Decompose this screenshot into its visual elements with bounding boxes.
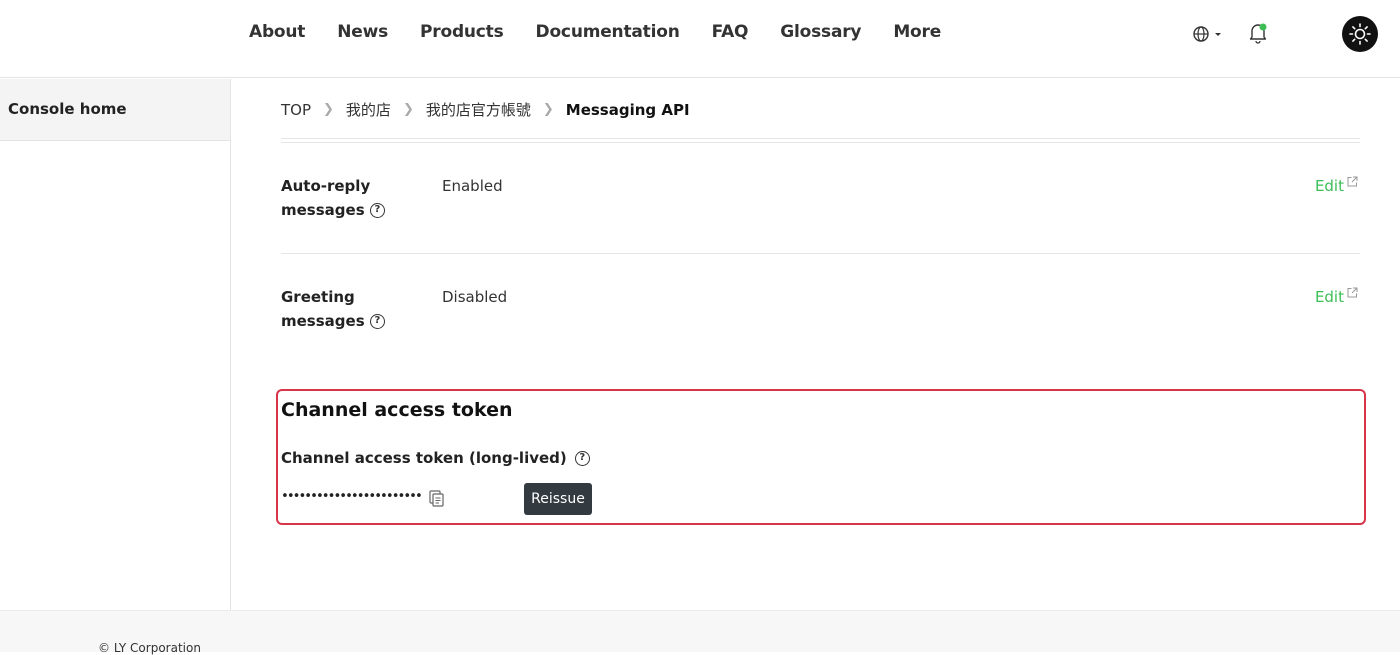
footer: © LY Corporation xyxy=(0,610,1400,655)
chevron-right-icon: ❯ xyxy=(542,102,554,117)
setting-value: Disabled xyxy=(442,288,508,306)
edit-label: Edit xyxy=(1314,177,1344,195)
breadcrumb-channel[interactable]: 我的店官方帳號 xyxy=(426,99,531,120)
setting-label: Auto-reply messages ? xyxy=(281,174,431,222)
theme-toggle[interactable] xyxy=(1342,16,1378,52)
breadcrumb-current: Messaging API xyxy=(565,100,690,119)
edit-auto-reply-link[interactable]: Edit xyxy=(1315,174,1358,198)
nav-more[interactable]: More xyxy=(893,22,941,42)
chevron-right-icon: ❯ xyxy=(323,102,334,117)
sidebar-item-console-home[interactable]: Console home xyxy=(0,79,230,141)
token-subtitle: Channel access token (long-lived) ? xyxy=(281,449,590,467)
breadcrumb-provider[interactable]: 我的店 xyxy=(346,99,391,120)
nav-glossary[interactable]: Glossary xyxy=(780,22,861,42)
external-link-icon xyxy=(1347,287,1358,298)
help-icon[interactable]: ? xyxy=(369,314,385,329)
setting-value: Enabled xyxy=(442,177,503,195)
token-section-title: Channel access token xyxy=(281,399,513,421)
bell-icon xyxy=(1249,23,1267,44)
auto-reply-label: Auto-reply messages xyxy=(281,177,371,219)
token-subtitle-label: Channel access token (long-lived) xyxy=(281,449,567,467)
divider xyxy=(281,253,1360,254)
copy-button[interactable] xyxy=(429,490,445,507)
divider xyxy=(281,138,1360,139)
notification-dot xyxy=(1259,23,1267,31)
setting-label: Greeting messages ? xyxy=(281,285,431,333)
globe-icon xyxy=(1193,26,1221,42)
nav-about[interactable]: About xyxy=(249,22,305,42)
help-icon[interactable]: ? xyxy=(574,450,590,466)
breadcrumb: TOP ❯ 我的店 ❯ 我的店官方帳號 ❯ Messaging API xyxy=(281,99,690,120)
edit-greeting-link[interactable]: Edit xyxy=(1315,285,1358,309)
breadcrumb-top[interactable]: TOP xyxy=(281,101,311,119)
setting-row-greeting: Greeting messages ? Disabled Edit xyxy=(281,285,1360,345)
nav-news[interactable]: News xyxy=(337,22,388,42)
chevron-right-icon: ❯ xyxy=(402,102,414,117)
greeting-label: Greeting messages xyxy=(281,288,365,330)
copyright-text: © LY Corporation xyxy=(98,641,201,655)
help-icon[interactable]: ? xyxy=(369,203,385,218)
external-link-icon xyxy=(1347,176,1358,187)
edit-label: Edit xyxy=(1314,288,1344,306)
caret-down-icon xyxy=(1215,33,1221,36)
nav-faq[interactable]: FAQ xyxy=(712,22,749,42)
setting-row-auto-reply: Auto-reply messages ? Enabled Edit xyxy=(281,174,1360,234)
notifications-button[interactable] xyxy=(1248,22,1268,44)
sun-icon xyxy=(1349,23,1371,45)
token-masked-value: •••••••••••••••••••••••• xyxy=(281,489,423,504)
top-header: About News Products Documentation FAQ Gl… xyxy=(0,0,1400,78)
nav-products[interactable]: Products xyxy=(420,22,504,42)
nav-documentation[interactable]: Documentation xyxy=(536,22,680,42)
sidebar: Console home xyxy=(0,79,231,610)
main-content: TOP ❯ 我的店 ❯ 我的店官方帳號 ❯ Messaging API Auto… xyxy=(231,79,1400,610)
divider xyxy=(281,142,1360,143)
language-selector[interactable] xyxy=(1192,24,1224,44)
copy-icon xyxy=(429,490,444,507)
reissue-button[interactable]: Reissue xyxy=(524,483,592,515)
main-nav: About News Products Documentation FAQ Gl… xyxy=(249,22,973,42)
